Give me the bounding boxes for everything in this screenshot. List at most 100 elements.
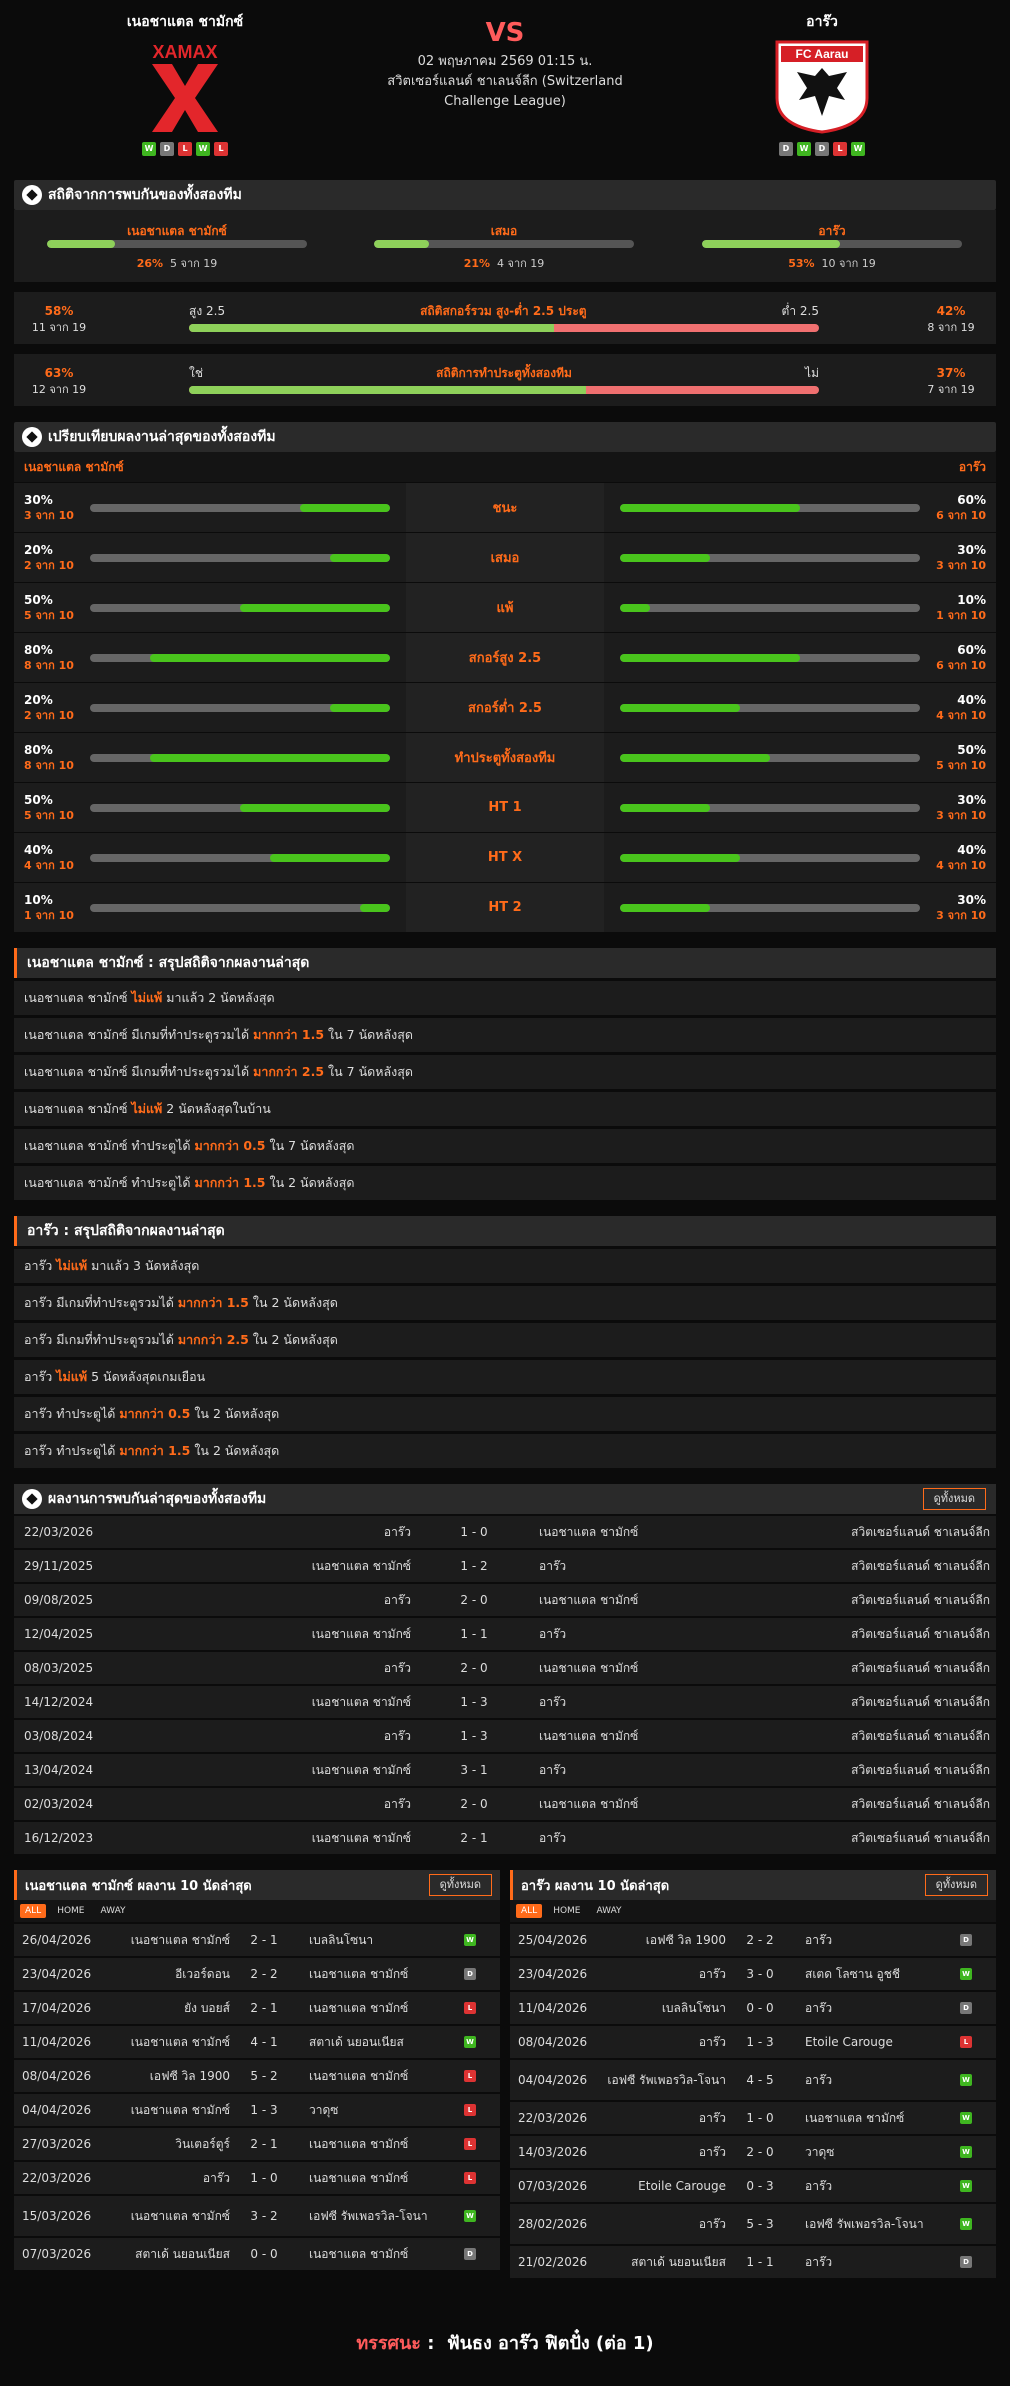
match-row[interactable]: 22/03/2026 อาร๊ว 1 - 0 เนอชาแตล ชามักซ์ L [14,2162,500,2194]
match-row[interactable]: 04/04/2026 เนอชาแตล ชามักซ์ 1 - 3 วาดุซ L [14,2094,500,2126]
result-league: สวิตเซอร์แลนด์ ชาเลนจ์ลีก [851,1627,990,1641]
view-all-button[interactable]: ดูทั้งหมด [924,1874,988,1896]
compare-table: 30% 3 จาก 10 ชนะ 60% 6 จาก 10 20% 2 จาก 10 เสมอ… [0,482,1010,932]
compare-label: HT X [406,833,604,882]
tab-away[interactable]: AWAY [592,1904,627,1918]
compare-home-pct: 10% 1 จาก 10 [24,892,84,924]
match-away: เนอชาแตล ชามักซ์ [309,2137,409,2151]
match-league: สวิตเซอร์แลนด์ ชาเลนจ์ลีก (Switzerland C… [387,74,623,109]
match-row[interactable]: 04/04/2026 เอฟซี รัพเพอรวิล-โจนา 4 - 5 อาร๊… [510,2060,996,2100]
view-all-button[interactable]: ดูทั้งหมด [428,1874,492,1896]
match-row[interactable]: 17/04/2026 ยัง บอยส์ 2 - 1 เนอชาแตล ชามักซ์… [14,1992,500,2024]
result-row[interactable]: 09/08/2025 อาร๊ว 2 - 0 เนอชาแตล ชามักซ์ สวิต… [14,1584,996,1616]
match-date: 23/04/2026 [518,1967,588,1981]
compare-home: 80% 8 จาก 10 [14,733,406,782]
match-row[interactable]: 23/04/2026 อีเวอร์ดอน 2 - 2 เนอชาแตล ชามักซ… [14,1958,500,1990]
compare-label: สกอร์ต่ำ 2.5 [406,683,604,732]
compare-label: ทำประตูทั้งสองทีม [406,733,604,782]
home-team[interactable]: เนอชาแตล ชามักซ์ XAMAX WDLWL [85,10,285,156]
result-score: 1 - 1 [460,1627,488,1641]
compare-label: สกอร์สูง 2.5 [406,633,604,682]
away-team[interactable]: อาร๊ว FC Aarau DWDLW [722,10,922,156]
compare-home-bar [90,753,390,762]
match-header: เนอชาแตล ชามักซ์ XAMAX WDLWL VS 02 พฤษภา… [0,0,1010,170]
result-league: สวิตเซอร์แลนด์ ชาเลนจ์ลีก [851,1831,990,1845]
match-date: 14/03/2026 [518,2145,588,2159]
result-row[interactable]: 02/03/2024 อาร๊ว 2 - 0 เนอชาแตล ชามักซ์ สวิต… [14,1788,996,1820]
compare-home: 20% 2 จาก 10 [14,533,406,582]
away-tabs: ALL HOME AWAY [510,1900,996,1922]
match-row[interactable]: 07/03/2026 Etoile Carouge 0 - 3 อาร๊ว W [510,2170,996,2202]
match-score: 1 - 0 [250,2171,278,2185]
compare-home: 10% 1 จาก 10 [14,883,406,932]
home-tabs: ALL HOME AWAY [14,1900,500,1922]
match-date: 23/04/2026 [22,1967,92,1981]
home-logo-wordmark: XAMAX [152,42,217,62]
compare-away-detail: 6 จาก 10 [936,658,986,672]
tab-all[interactable]: ALL [516,1904,543,1918]
match-row[interactable]: 28/02/2026 อาร๊ว 5 - 3 เอฟซี รัพเพอรวิล-โจน… [510,2204,996,2244]
tab-home[interactable]: HOME [52,1904,89,1918]
match-row[interactable]: 08/04/2026 อาร๊ว 1 - 3 Etoile Carouge L [510,2026,996,2058]
form-badge: W [142,142,156,156]
result-row[interactable]: 08/03/2025 อาร๊ว 2 - 0 เนอชาแตล ชามักซ์ สวิต… [14,1652,996,1684]
result-badge: L [464,2002,476,2014]
compare-away: 60% 6 จาก 10 [604,483,996,532]
result-row[interactable]: 14/12/2024 เนอชาแตล ชามักซ์ 1 - 3 อาร๊ว สวิต… [14,1686,996,1718]
result-badge: D [960,2002,972,2014]
match-row[interactable]: 11/04/2026 เบลลินโซนา 0 - 0 อาร๊ว D [510,1992,996,2024]
match-away: สตาเด้ นยอนเนียส [309,2035,404,2049]
compare-title: เปรียบเทียบผลงานล่าสุดของทั้งสองทีม [14,422,996,452]
match-row[interactable]: 27/03/2026 วินเตอร์ตูร์ 2 - 1 เนอชาแตล ชามั… [14,2128,500,2160]
away-logo-wordmark: FC Aarau [796,47,849,61]
match-home: สตาเด้ นยอนเนียส [135,2247,230,2261]
match-row[interactable]: 11/04/2026 เนอชาแตล ชามักซ์ 4 - 1 สตาเด้ นย… [14,2026,500,2058]
match-home: เบลลินโซนา [661,2001,726,2015]
compare-home-bar [90,703,390,712]
match-home: อาร๊ว [698,2217,726,2231]
result-row[interactable]: 22/03/2026 อาร๊ว 1 - 0 เนอชาแตล ชามักซ์ สวิต… [14,1516,996,1548]
match-home: สตาเด้ นยอนเนียส [631,2255,726,2269]
soccer-ball-icon [22,1489,42,1509]
match-row[interactable]: 23/04/2026 อาร๊ว 3 - 0 สเตด โลซาน อูชชี W [510,1958,996,1990]
result-league: สวิตเซอร์แลนด์ ชาเลนจ์ลีก [851,1559,990,1573]
form-badge: W [851,142,865,156]
h2h-stats-title: สถิติจากการพบกันของทั้งสองทีม [14,180,996,210]
result-home: เนอชาแตล ชามักซ์ [311,1627,411,1641]
result-row[interactable]: 16/12/2023 เนอชาแตล ชามักซ์ 2 - 1 อาร๊ว สวิต… [14,1822,996,1854]
result-away: เนอชาแตล ชามักซ์ [539,1797,639,1811]
tab-home[interactable]: HOME [548,1904,585,1918]
result-row[interactable]: 29/11/2025 เนอชาแตล ชามักซ์ 1 - 2 อาร๊ว สวิต… [14,1550,996,1582]
match-date: 17/04/2026 [22,2001,92,2015]
compare-label: HT 2 [406,883,604,932]
match-row[interactable]: 22/03/2026 อาร๊ว 1 - 0 เนอชาแตล ชามักซ์ W [510,2102,996,2134]
summary-item: อาร๊ว มีเกมที่ทำประตูรวมได้ มากกว่า 1.5 ใน… [14,1286,996,1320]
home-form: WDLWL [85,142,285,156]
view-all-button[interactable]: ดูทั้งหมด [922,1488,986,1510]
summary-item: อาร๊ว ไม่แพ้ มาแล้ว 3 นัดหลังสุด [14,1249,996,1283]
match-date: 08/04/2026 [22,2069,92,2083]
compare-away-pct: 60% 6 จาก 10 [926,492,986,524]
match-home: อาร๊ว [698,2145,726,2159]
match-row[interactable]: 08/04/2026 เอฟซี วิล 1900 5 - 2 เนอชาแตล ชา… [14,2060,500,2092]
compare-label: แพ้ [406,583,604,632]
match-score: 2 - 1 [250,2001,278,2015]
form-badge: D [160,142,174,156]
compare-away: 30% 3 จาก 10 [604,533,996,582]
match-row[interactable]: 07/03/2026 สตาเด้ นยอนเนียส 0 - 0 เนอชาแตล … [14,2238,500,2270]
match-row[interactable]: 26/04/2026 เนอชาแตล ชามักซ์ 2 - 1 เบลลินโซน… [14,1924,500,1956]
match-score: 2 - 1 [250,2137,278,2151]
compare-away-detail: 3 จาก 10 [936,808,986,822]
tab-all[interactable]: ALL [20,1904,47,1918]
match-row[interactable]: 14/03/2026 อาร๊ว 2 - 0 วาดุซ W [510,2136,996,2168]
result-row[interactable]: 13/04/2024 เนอชาแตล ชามักซ์ 3 - 1 อาร๊ว สวิต… [14,1754,996,1786]
match-score: 2 - 2 [250,1967,278,1981]
tab-away[interactable]: AWAY [96,1904,131,1918]
match-home: เอฟซี วิล 1900 [645,1933,726,1947]
result-row[interactable]: 03/08/2024 อาร๊ว 1 - 3 เนอชาแตล ชามักซ์ สวิต… [14,1720,996,1752]
match-row[interactable]: 21/02/2026 สตาเด้ นยอนเนียส 1 - 1 อาร๊ว D [510,2246,996,2278]
result-badge: L [464,2104,476,2116]
result-row[interactable]: 12/04/2025 เนอชาแตล ชามักซ์ 1 - 1 อาร๊ว สวิต… [14,1618,996,1650]
match-row[interactable]: 25/04/2026 เอฟซี วิล 1900 2 - 2 อาร๊ว D [510,1924,996,1956]
match-row[interactable]: 15/03/2026 เนอชาแตล ชามักซ์ 3 - 2 เอฟซี รัพ… [14,2196,500,2236]
